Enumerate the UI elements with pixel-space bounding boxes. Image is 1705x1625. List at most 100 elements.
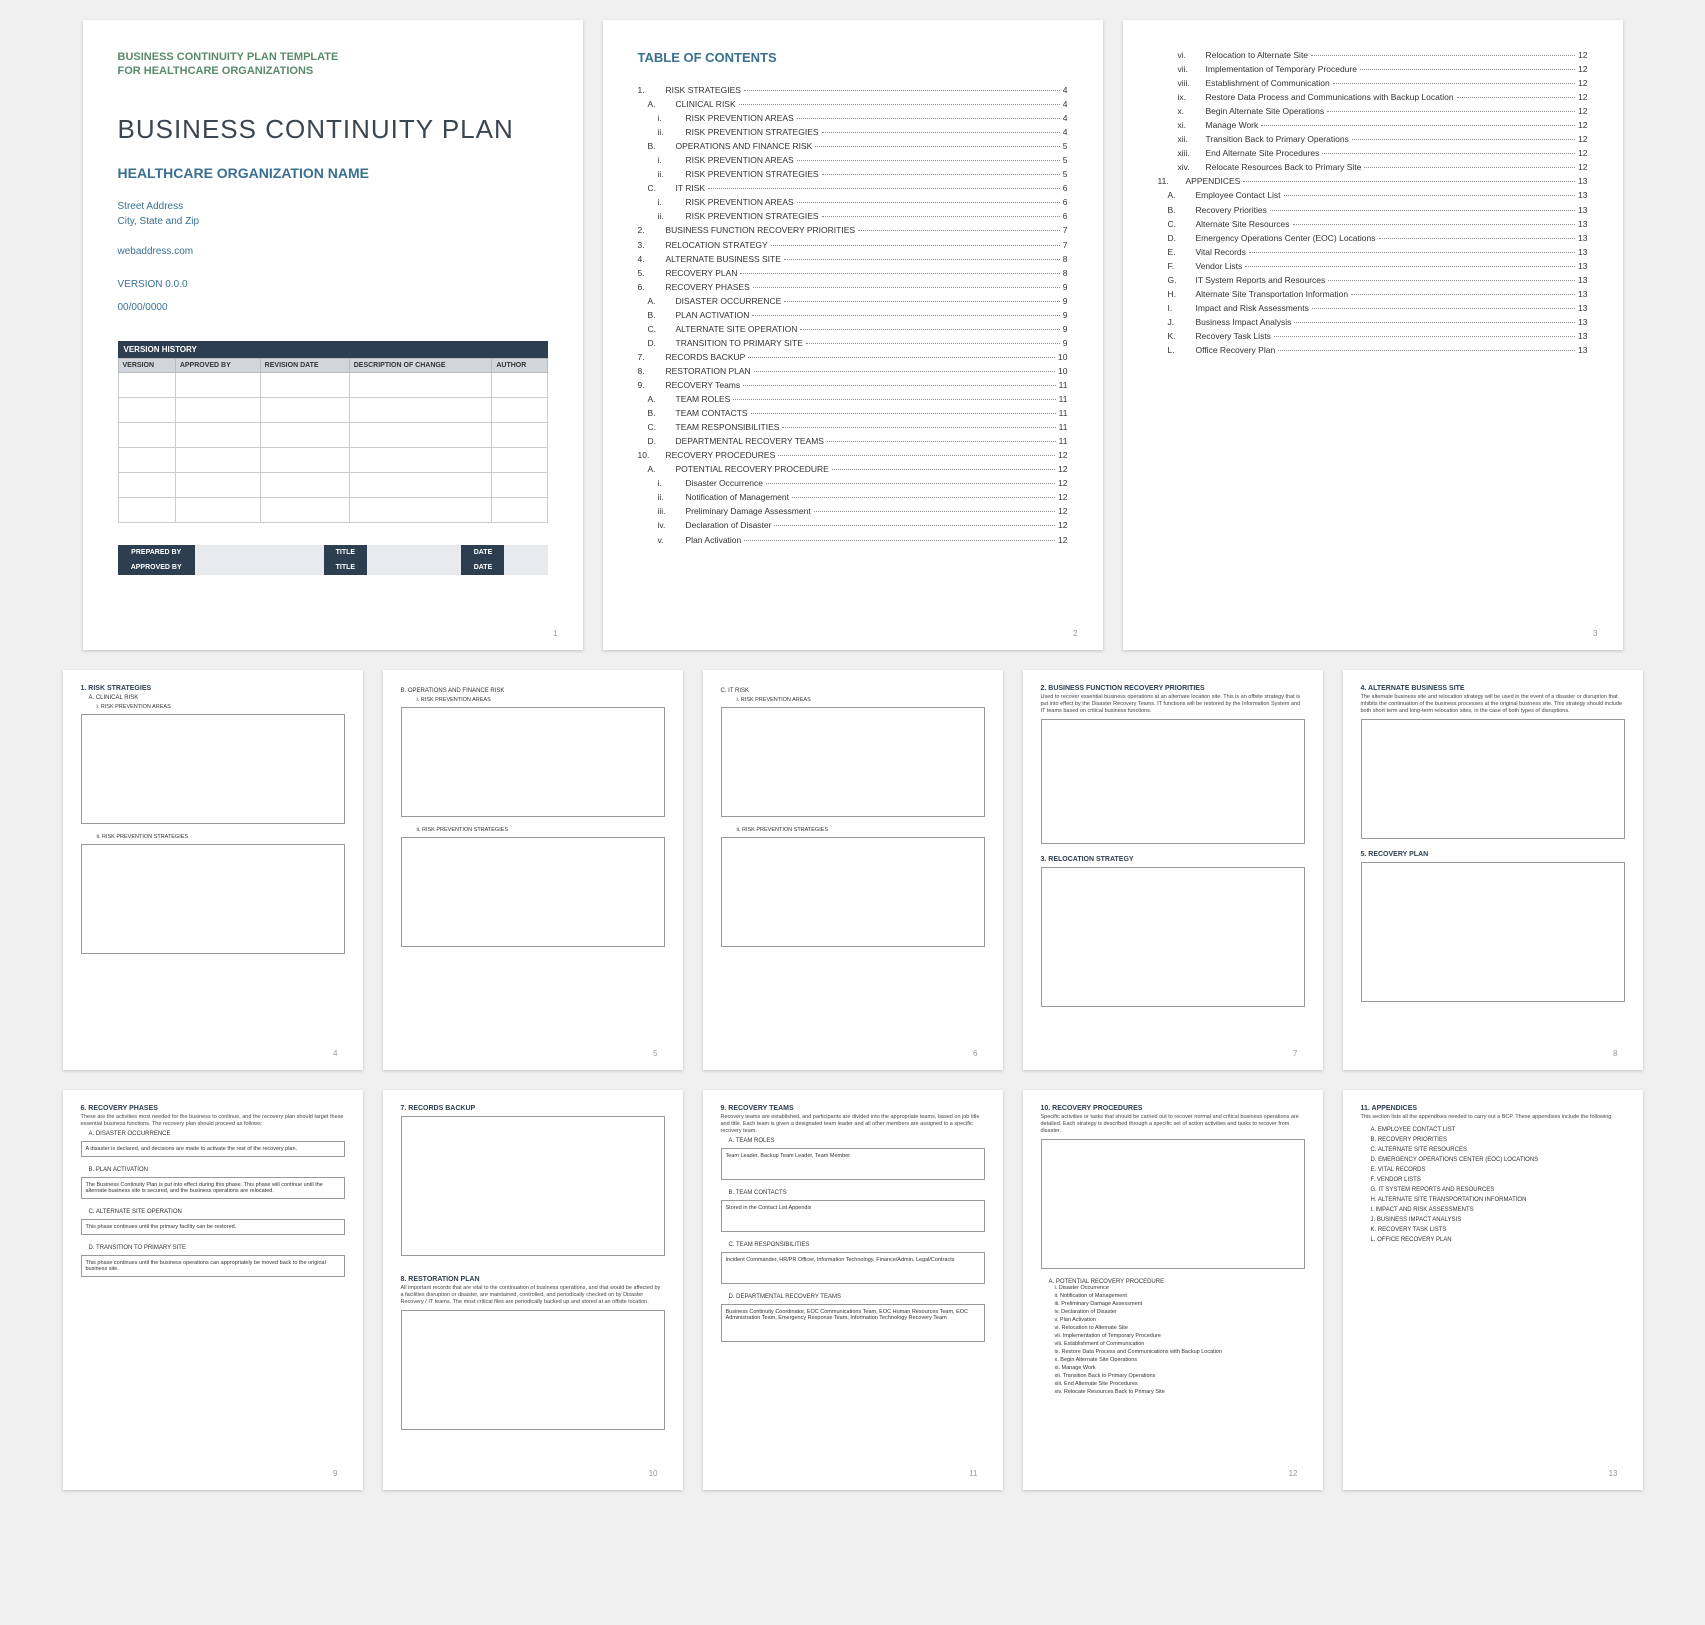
section-subsub: ii. RISK PREVENTION STRATEGIES bbox=[417, 827, 665, 833]
page-number: 12 bbox=[1289, 1469, 1298, 1478]
page-1-cover: BUSINESS CONTINUITY PLAN TEMPLATEFOR HEA… bbox=[83, 20, 583, 650]
page-number: 5 bbox=[653, 1049, 657, 1058]
list-item: xiii. End Alternate Site Procedures bbox=[1055, 1381, 1305, 1387]
toc-entry: H.Alternate Site Transportation Informat… bbox=[1158, 289, 1588, 300]
toc-entry: D.TRANSITION TO PRIMARY SITE9 bbox=[638, 338, 1068, 349]
content-box bbox=[1361, 719, 1625, 839]
list-item: A. EMPLOYEE CONTACT LIST bbox=[1371, 1127, 1625, 1133]
content-box bbox=[81, 714, 345, 824]
list-item: G. IT SYSTEM REPORTS AND RESOURCES bbox=[1371, 1187, 1625, 1193]
version-label: VERSION 0.0.0 bbox=[118, 279, 548, 290]
page-number: 3 bbox=[1593, 629, 1597, 638]
page-12: 10. RECOVERY PROCEDURES Specific activit… bbox=[1023, 1090, 1323, 1490]
content-box bbox=[401, 707, 665, 817]
content-box bbox=[401, 1116, 665, 1256]
page-number: 6 bbox=[973, 1049, 977, 1058]
section-sub: A. CLINICAL RISK bbox=[89, 695, 345, 701]
list-item: xi. Manage Work bbox=[1055, 1365, 1305, 1371]
list-item: ii. Notification of Management bbox=[1055, 1293, 1305, 1299]
toc-entry: ii.Notification of Management12 bbox=[638, 492, 1068, 503]
list-item: I. IMPACT AND RISK ASSESSMENTS bbox=[1371, 1207, 1625, 1213]
date-label: 00/00/0000 bbox=[118, 302, 548, 313]
page-13: 11. APPENDICES This section lists all th… bbox=[1343, 1090, 1643, 1490]
toc-entry: 3.RELOCATION STRATEGY7 bbox=[638, 240, 1068, 251]
section-title: 11. APPENDICES bbox=[1361, 1105, 1625, 1112]
page-number: 8 bbox=[1613, 1049, 1617, 1058]
section-title: 10. RECOVERY PROCEDURES bbox=[1041, 1105, 1305, 1112]
toc-entry: B.TEAM CONTACTS11 bbox=[638, 408, 1068, 419]
toc-entry: A.POTENTIAL RECOVERY PROCEDURE12 bbox=[638, 464, 1068, 475]
content-box bbox=[1041, 719, 1305, 844]
toc-entry: viii.Establishment of Communication12 bbox=[1158, 78, 1588, 89]
toc-entry: C.TEAM RESPONSIBILITIES11 bbox=[638, 422, 1068, 433]
section-sub: B. TEAM CONTACTS bbox=[729, 1190, 985, 1196]
list-item: D. EMERGENCY OPERATIONS CENTER (EOC) LOC… bbox=[1371, 1157, 1625, 1163]
list-item: iv. Declaration of Disaster bbox=[1055, 1309, 1305, 1315]
page-10: 7. RECORDS BACKUP 8. RESTORATION PLAN Al… bbox=[383, 1090, 683, 1490]
toc-entry: C.IT RISK6 bbox=[638, 183, 1068, 194]
section-desc: This section lists all the appendixes ne… bbox=[1361, 1114, 1625, 1121]
section-subsub: ii. RISK PREVENTION STRATEGIES bbox=[97, 834, 345, 840]
page-2-toc: TABLE OF CONTENTS 1.RISK STRATEGIES4A.CL… bbox=[603, 20, 1103, 650]
toc-entry: 4.ALTERNATE BUSINESS SITE8 bbox=[638, 254, 1068, 265]
list-item: H. ALTERNATE SITE TRANSPORTATION INFORMA… bbox=[1371, 1197, 1625, 1203]
section-sub: D. DEPARTMENTAL RECOVERY TEAMS bbox=[729, 1294, 985, 1300]
toc-entry: 2.BUSINESS FUNCTION RECOVERY PRIORITIES7 bbox=[638, 225, 1068, 236]
toc-entry: i.RISK PREVENTION AREAS6 bbox=[638, 197, 1068, 208]
content-box: This phase continues until the business … bbox=[81, 1255, 345, 1277]
appendix-list: A. EMPLOYEE CONTACT LIST B. RECOVERY PRIO… bbox=[1361, 1127, 1625, 1243]
section-title: 9. RECOVERY TEAMS bbox=[721, 1105, 985, 1112]
list-item: J. BUSINESS IMPACT ANALYSIS bbox=[1371, 1217, 1625, 1223]
section-sub: B. PLAN ACTIVATION bbox=[89, 1167, 345, 1173]
toc-entry: C.Alternate Site Resources13 bbox=[1158, 219, 1588, 230]
content-box bbox=[401, 837, 665, 947]
content-box: Incident Commander, HR/PR Officer, Infor… bbox=[721, 1252, 985, 1284]
toc-entry: iii.Preliminary Damage Assessment12 bbox=[638, 506, 1068, 517]
section-title: 4. ALTERNATE BUSINESS SITE bbox=[1361, 685, 1625, 692]
toc-entry: v.Plan Activation12 bbox=[638, 535, 1068, 546]
toc-entry: vii.Implementation of Temporary Procedur… bbox=[1158, 64, 1588, 75]
section-title: 6. RECOVERY PHASES bbox=[81, 1105, 345, 1112]
list-item: C. ALTERNATE SITE RESOURCES bbox=[1371, 1147, 1625, 1153]
toc-entry: F.Vendor Lists13 bbox=[1158, 261, 1588, 272]
content-box bbox=[401, 1310, 665, 1430]
page-number: 10 bbox=[649, 1469, 658, 1478]
page-7: 2. BUSINESS FUNCTION RECOVERY PRIORITIES… bbox=[1023, 670, 1323, 1070]
toc-entry: D.DEPARTMENTAL RECOVERY TEAMS11 bbox=[638, 436, 1068, 447]
toc-entry: B.OPERATIONS AND FINANCE RISK5 bbox=[638, 141, 1068, 152]
toc-entry: B.PLAN ACTIVATION9 bbox=[638, 310, 1068, 321]
toc-entry: x.Begin Alternate Site Operations12 bbox=[1158, 106, 1588, 117]
toc-entry: B.Recovery Priorities13 bbox=[1158, 205, 1588, 216]
toc-entry: 6.RECOVERY PHASES9 bbox=[638, 282, 1068, 293]
toc-title: TABLE OF CONTENTS bbox=[638, 50, 1068, 65]
procedure-list: i. Disaster Occurrence ii. Notification o… bbox=[1041, 1285, 1305, 1395]
toc-entry: A.Employee Contact List13 bbox=[1158, 190, 1588, 201]
page-4: 1. RISK STRATEGIES A. CLINICAL RISK i. R… bbox=[63, 670, 363, 1070]
content-box: Stored in the Contact List Appendix bbox=[721, 1200, 985, 1232]
content-box bbox=[81, 844, 345, 954]
list-item: B. RECOVERY PRIORITIES bbox=[1371, 1137, 1625, 1143]
toc-entry: 9.RECOVERY Teams11 bbox=[638, 380, 1068, 391]
toc-entry: A.TEAM ROLES11 bbox=[638, 394, 1068, 405]
content-box bbox=[1361, 862, 1625, 1002]
version-history-title: VERSION HISTORY bbox=[118, 341, 548, 358]
page-number: 11 bbox=[969, 1469, 977, 1478]
section-title: 1. RISK STRATEGIES bbox=[81, 685, 345, 692]
toc-list: 1.RISK STRATEGIES4A.CLINICAL RISK4i.RISK… bbox=[638, 85, 1068, 546]
toc-entry: vi.Relocation to Alternate Site12 bbox=[1158, 50, 1588, 61]
toc-entry: ii.RISK PREVENTION STRATEGIES5 bbox=[638, 169, 1068, 180]
section-sub: C. TEAM RESPONSIBILITIES bbox=[729, 1242, 985, 1248]
toc-entry: i.RISK PREVENTION AREAS4 bbox=[638, 113, 1068, 124]
list-item: K. RECOVERY TASK LISTS bbox=[1371, 1227, 1625, 1233]
section-desc: Specific activities or tasks that should… bbox=[1041, 1114, 1305, 1135]
page-6: C. IT RISK i. RISK PREVENTION AREAS ii. … bbox=[703, 670, 1003, 1070]
content-box bbox=[1041, 1139, 1305, 1269]
template-header: BUSINESS CONTINUITY PLAN TEMPLATEFOR HEA… bbox=[118, 50, 548, 79]
list-item: L. OFFICE RECOVERY PLAN bbox=[1371, 1237, 1625, 1243]
section-title: 7. RECORDS BACKUP bbox=[401, 1105, 665, 1112]
toc-entry: E.Vital Records13 bbox=[1158, 247, 1588, 258]
list-item: i. Disaster Occurrence bbox=[1055, 1285, 1305, 1291]
section-sub: A. TEAM ROLES bbox=[729, 1138, 985, 1144]
toc-entry: ii.RISK PREVENTION STRATEGIES4 bbox=[638, 127, 1068, 138]
toc-entry: I.Impact and Risk Assessments13 bbox=[1158, 303, 1588, 314]
